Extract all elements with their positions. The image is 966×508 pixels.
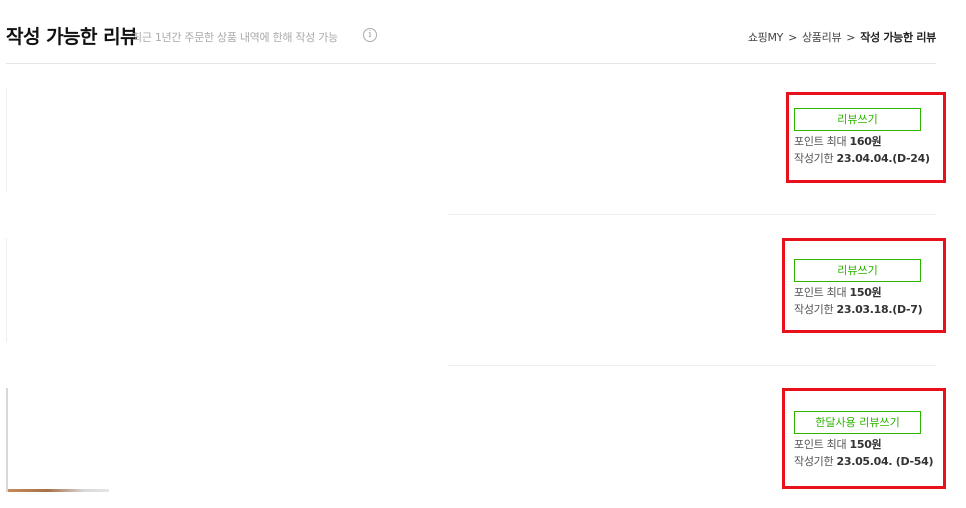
breadcrumb: 쇼핑MY > 상품리뷰 > 작성 가능한 리뷰 bbox=[748, 29, 936, 45]
points-value: 160원 bbox=[849, 135, 882, 148]
deadline-value: 23.03.18.(D-7) bbox=[836, 303, 923, 316]
header-divider bbox=[6, 63, 936, 64]
review-action-1: 리뷰쓰기 포인트 최대 160원 작성기한 23.04.04.(D-24) bbox=[794, 108, 930, 165]
writable-reviews-page: 작성 가능한 리뷰 최근 1년간 주문한 상품 내역에 한해 작성 가능 i 쇼… bbox=[0, 0, 966, 508]
page-title: 작성 가능한 리뷰 bbox=[6, 26, 138, 48]
points-label: 포인트 최대 bbox=[794, 135, 847, 148]
review-action-2: 리뷰쓰기 포인트 최대 150원 작성기한 23.03.18.(D-7) bbox=[794, 259, 924, 316]
review-action-3: 한달사용 리뷰쓰기 포인트 최대 150원 작성기한 23.05.04. (D-… bbox=[794, 411, 934, 468]
deadline-label: 작성기한 bbox=[794, 303, 834, 316]
breadcrumb-item-shopping-my[interactable]: 쇼핑MY bbox=[748, 29, 784, 45]
product-thumbnail[interactable] bbox=[6, 388, 109, 494]
deadline-value: 23.05.04. (D-54) bbox=[836, 455, 934, 468]
breadcrumb-item-current: 작성 가능한 리뷰 bbox=[860, 31, 936, 44]
chevron-right-icon: > bbox=[788, 30, 797, 44]
row-divider bbox=[448, 214, 936, 215]
write-review-button[interactable]: 리뷰쓰기 bbox=[794, 259, 921, 282]
deadline-label: 작성기한 bbox=[794, 152, 834, 165]
points-label: 포인트 최대 bbox=[794, 286, 847, 299]
deadline-info: 작성기한 23.04.04.(D-24) bbox=[794, 152, 930, 165]
points-label: 포인트 최대 bbox=[794, 438, 847, 451]
info-icon[interactable]: i bbox=[363, 28, 377, 42]
row-divider bbox=[448, 365, 936, 366]
points-info: 포인트 최대 150원 bbox=[794, 286, 924, 299]
write-review-button[interactable]: 리뷰쓰기 bbox=[794, 108, 921, 131]
write-monthly-review-button[interactable]: 한달사용 리뷰쓰기 bbox=[794, 411, 921, 434]
deadline-info: 작성기한 23.03.18.(D-7) bbox=[794, 303, 924, 316]
breadcrumb-item-product-review[interactable]: 상품리뷰 bbox=[802, 29, 842, 45]
page-header: 작성 가능한 리뷰 최근 1년간 주문한 상품 내역에 한해 작성 가능 i 쇼… bbox=[6, 20, 936, 50]
deadline-info: 작성기한 23.05.04. (D-54) bbox=[794, 455, 934, 468]
chevron-right-icon: > bbox=[846, 30, 856, 44]
product-thumbnail-edge bbox=[6, 238, 7, 342]
page-subtitle: 최근 1년간 주문한 상품 내역에 한해 작성 가능 bbox=[132, 31, 338, 44]
deadline-value: 23.04.04.(D-24) bbox=[836, 152, 930, 165]
product-thumbnail-edge bbox=[6, 88, 7, 192]
points-info: 포인트 최대 160원 bbox=[794, 135, 924, 148]
points-value: 150원 bbox=[849, 286, 882, 299]
deadline-label: 작성기한 bbox=[794, 455, 834, 468]
points-value: 150원 bbox=[849, 438, 882, 451]
points-info: 포인트 최대 150원 bbox=[794, 438, 924, 451]
